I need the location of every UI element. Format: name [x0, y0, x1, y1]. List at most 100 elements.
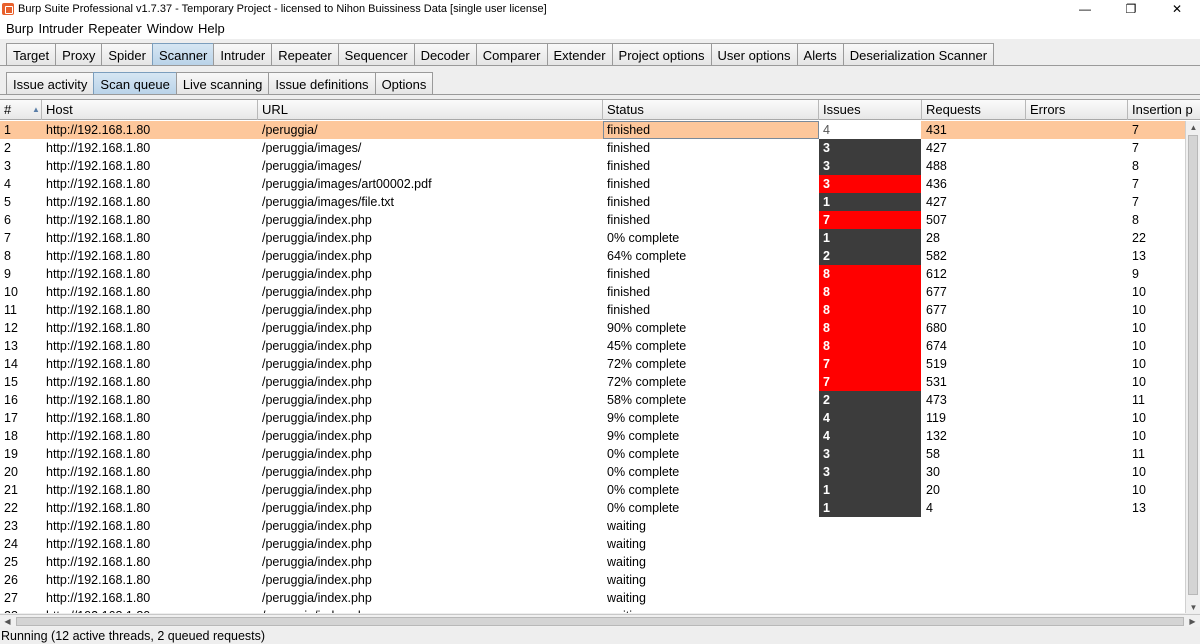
scroll-down-icon[interactable]: ▼ [1186, 601, 1200, 613]
cell-insertion-points: 10 [1132, 465, 1146, 479]
subtab-options[interactable]: Options [374, 72, 434, 95]
scroll-right-icon[interactable]: ▶ [1185, 615, 1200, 628]
cell-insertion-points: 10 [1132, 303, 1146, 317]
horizontal-scrollbar[interactable]: ◀ ▶ [0, 614, 1200, 627]
table-row[interactable]: 7 http://192.168.1.80/peruggia/index.php 0… [0, 229, 1185, 247]
table-row[interactable]: 21 http://192.168.1.80/peruggia/index.php… [0, 481, 1185, 499]
table-row[interactable]: 18 http://192.168.1.80/peruggia/index.php… [0, 427, 1185, 445]
col-header-errors[interactable]: Errors [1026, 100, 1128, 120]
table-row[interactable]: 9 http://192.168.1.80/peruggia/index.php f… [0, 265, 1185, 283]
table-row[interactable]: 4 http://192.168.1.80/peruggia/images/art… [0, 175, 1185, 193]
tab-deserialization-scanner[interactable]: Deserialization Scanner [842, 43, 995, 66]
cell-issues: 1 [819, 499, 921, 517]
scan-queue-table: # ▲ Host URL Status Issues Requests Error… [0, 99, 1200, 613]
tab-scanner[interactable]: Scanner [151, 43, 215, 66]
table-row[interactable]: 6 http://192.168.1.80/peruggia/index.php f… [0, 211, 1185, 229]
table-row[interactable]: 5 http://192.168.1.80/peruggia/images/fil… [0, 193, 1185, 211]
subtab-issue-definitions[interactable]: Issue definitions [268, 72, 376, 95]
vertical-scroll-thumb[interactable] [1188, 135, 1198, 595]
main-tab-divider [0, 65, 1200, 66]
tab-extender[interactable]: Extender [546, 43, 613, 66]
subtab-scan-queue[interactable]: Scan queue [93, 72, 177, 95]
scroll-left-icon[interactable]: ◀ [0, 615, 15, 628]
scroll-up-icon[interactable]: ▲ [1186, 121, 1200, 134]
subtab-issue-activity[interactable]: Issue activity [6, 72, 95, 95]
cell-errors [1026, 355, 1128, 373]
cell-url: /peruggia/index.php [262, 303, 372, 317]
minimize-button[interactable]: — [1062, 0, 1108, 18]
vertical-scrollbar[interactable]: ▲ ▼ [1185, 121, 1200, 613]
table-row[interactable]: 28http://192.168.1.80/peruggia/index.php… [0, 607, 1185, 613]
table-row[interactable]: 2 http://192.168.1.80/peruggia/images/fin… [0, 139, 1185, 157]
menu-window[interactable]: Window [146, 21, 194, 36]
col-header-requests[interactable]: Requests [922, 100, 1026, 120]
table-row[interactable]: 13 http://192.168.1.80/peruggia/index.php… [0, 337, 1185, 355]
table-row[interactable]: 16 http://192.168.1.80/peruggia/index.php… [0, 391, 1185, 409]
table-row[interactable]: 8 http://192.168.1.80/peruggia/index.php 6… [0, 247, 1185, 265]
title-bar: Burp Suite Professional v1.7.37 - Tempor… [0, 0, 1200, 18]
cell-number: 24 [4, 537, 18, 551]
cell-insertion-points: 11 [1132, 447, 1145, 461]
menu-intruder[interactable]: Intruder [37, 21, 84, 36]
table-header: # ▲ Host URL Status Issues Requests Error… [0, 100, 1200, 120]
table-row[interactable]: 20 http://192.168.1.80/peruggia/index.php… [0, 463, 1185, 481]
cell-errors [1026, 553, 1128, 571]
cell-number: 9 [4, 267, 11, 281]
tab-repeater[interactable]: Repeater [271, 43, 339, 66]
table-row[interactable]: 17 http://192.168.1.80/peruggia/index.php… [0, 409, 1185, 427]
table-row[interactable]: 11 http://192.168.1.80/peruggia/index.php… [0, 301, 1185, 319]
cell-requests: 674 [926, 339, 947, 353]
tab-sequencer[interactable]: Sequencer [337, 43, 415, 66]
table-row[interactable]: 24 http://192.168.1.80/peruggia/index.php… [0, 535, 1185, 553]
tab-user-options[interactable]: User options [710, 43, 798, 66]
table-row[interactable]: 10 http://192.168.1.80/peruggia/index.php… [0, 283, 1185, 301]
tab-alerts[interactable]: Alerts [796, 43, 844, 66]
col-header-number[interactable]: # ▲ [0, 100, 42, 120]
table-row[interactable]: 19 http://192.168.1.80/peruggia/index.php… [0, 445, 1185, 463]
tab-decoder[interactable]: Decoder [413, 43, 477, 66]
cell-url: /peruggia/index.php [262, 285, 372, 299]
tab-target[interactable]: Target [6, 43, 57, 66]
table-row[interactable]: 23 http://192.168.1.80/peruggia/index.php… [0, 517, 1185, 535]
cell-status: waiting [607, 519, 646, 533]
col-header-issues[interactable]: Issues [819, 100, 922, 120]
tab-intruder[interactable]: Intruder [213, 43, 273, 66]
cell-status: waiting [607, 591, 646, 605]
cell-issues: 7 [819, 211, 921, 229]
tab-proxy[interactable]: Proxy [55, 43, 103, 66]
close-button[interactable]: ✕ [1154, 0, 1200, 18]
tab-comparer[interactable]: Comparer [475, 43, 548, 66]
cell-status: 0% complete [607, 501, 680, 515]
table-row[interactable]: 12 http://192.168.1.80/peruggia/index.php… [0, 319, 1185, 337]
cell-host: http://192.168.1.80 [46, 159, 151, 173]
menu-repeater[interactable]: Repeater [87, 21, 142, 36]
cell-issues: 2 [819, 247, 921, 265]
col-header-host[interactable]: Host [42, 100, 258, 120]
table-row[interactable]: 14 http://192.168.1.80/peruggia/index.php… [0, 355, 1185, 373]
table-row[interactable]: 1 http://192.168.1.80/peruggia/finished 4 4… [0, 121, 1185, 139]
col-header-insertion-points[interactable]: Insertion p [1128, 100, 1200, 120]
col-header-url[interactable]: URL [258, 100, 603, 120]
table-row[interactable]: 26 http://192.168.1.80/peruggia/index.php… [0, 571, 1185, 589]
cell-requests [922, 589, 1026, 607]
table-row[interactable]: 22 http://192.168.1.80/peruggia/index.php… [0, 499, 1185, 517]
cell-errors [1026, 301, 1128, 319]
horizontal-scroll-thumb[interactable] [16, 617, 1184, 626]
cell-insertion-points [1128, 535, 1185, 553]
table-row[interactable]: 27 http://192.168.1.80/peruggia/index.php… [0, 589, 1185, 607]
col-header-status[interactable]: Status [603, 100, 819, 120]
table-row[interactable]: 3 http://192.168.1.80/peruggia/images/fin… [0, 157, 1185, 175]
menu-burp[interactable]: Burp [5, 21, 34, 36]
subtab-live-scanning[interactable]: Live scanning [175, 72, 270, 95]
cell-url: /peruggia/index.php [262, 555, 372, 569]
menu-help[interactable]: Help [197, 21, 226, 36]
table-row[interactable]: 25 http://192.168.1.80/peruggia/index.php… [0, 553, 1185, 571]
restore-button[interactable]: ❐ [1108, 0, 1154, 18]
table-row[interactable]: 15 http://192.168.1.80/peruggia/index.php… [0, 373, 1185, 391]
tab-spider[interactable]: Spider [101, 43, 153, 66]
cell-status: finished [607, 267, 651, 281]
tab-project-options[interactable]: Project options [611, 43, 712, 66]
cell-requests: 677 [926, 303, 947, 317]
cell-errors [1026, 229, 1128, 247]
cell-host: http://192.168.1.80 [46, 591, 151, 605]
